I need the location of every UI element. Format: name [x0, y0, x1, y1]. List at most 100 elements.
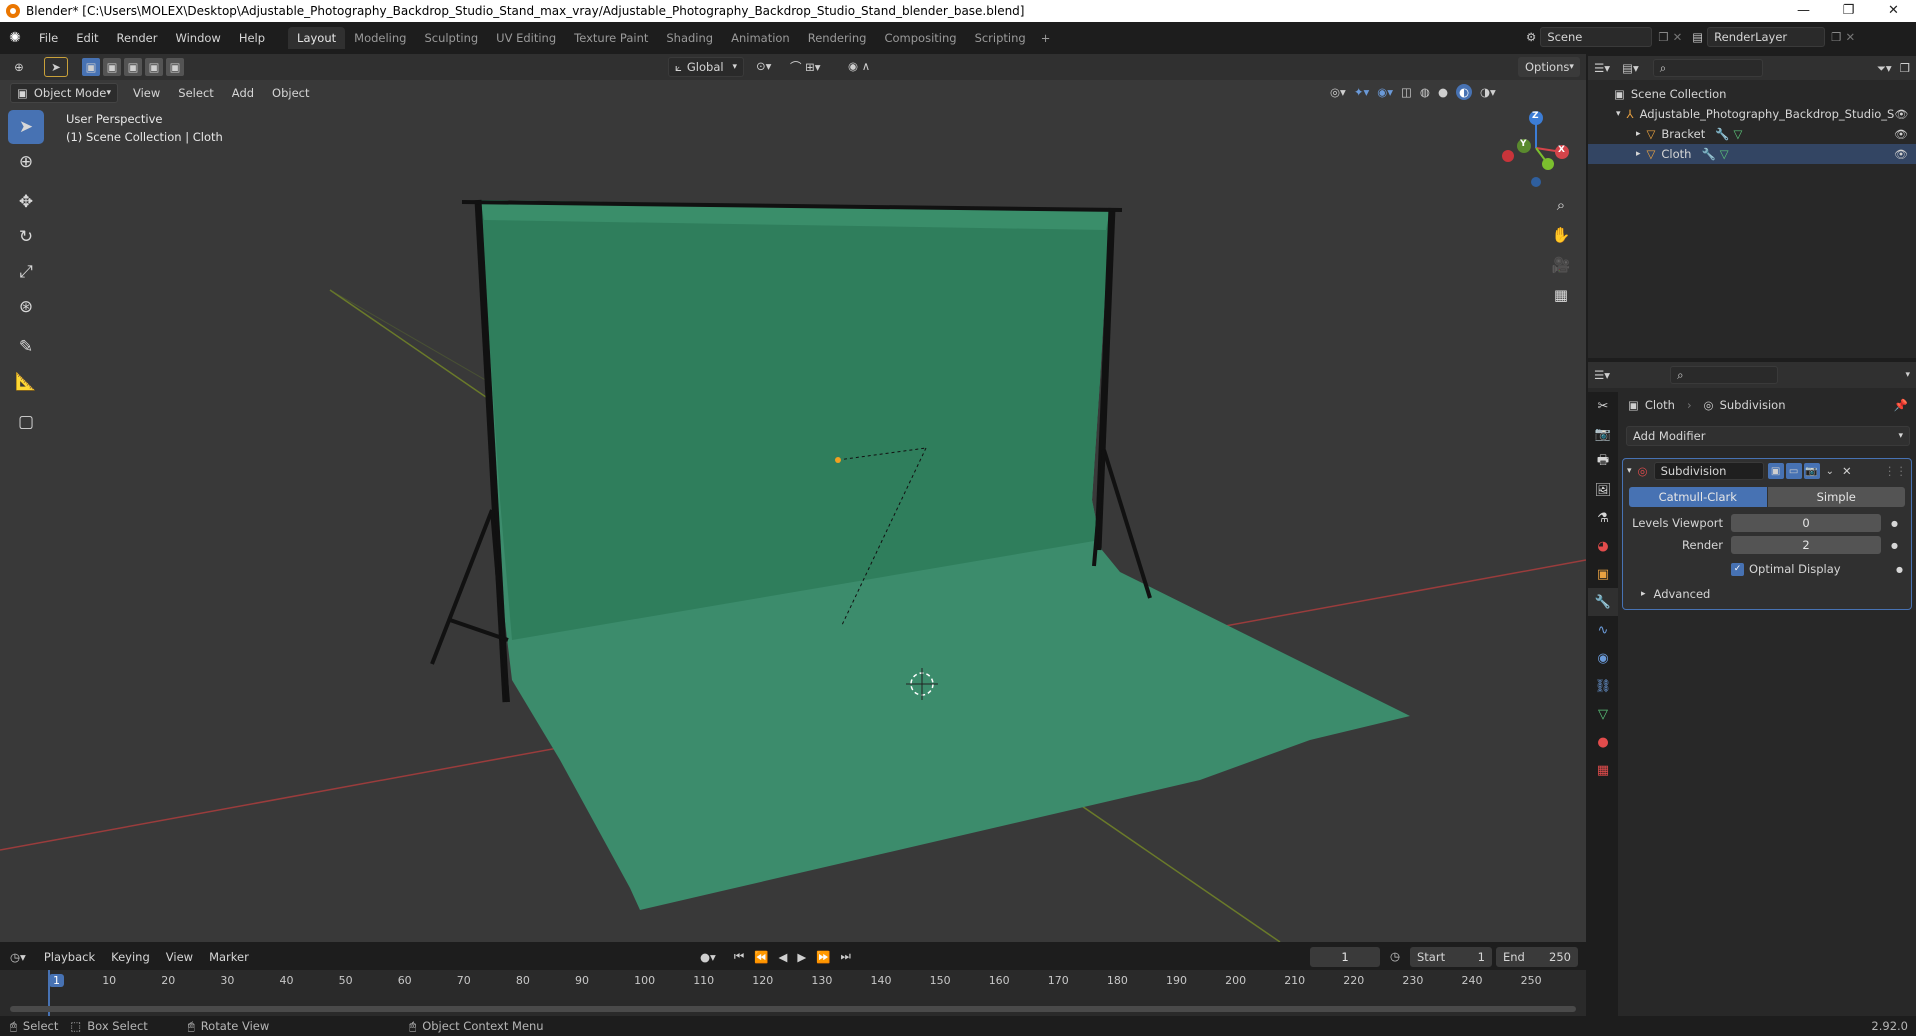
measure-tool[interactable]: 📐: [8, 365, 44, 399]
move-tool[interactable]: ✥: [8, 185, 44, 219]
timeline-menu-keying[interactable]: Keying: [103, 950, 158, 964]
frame-ruler[interactable]: 1 10 20 30 40 50 60 70 80 90 100 110 120 130 140 150 160…: [0, 970, 1586, 1016]
constraints-tab-icon[interactable]: ⛓: [1588, 672, 1618, 700]
minimize-button[interactable]: —: [1781, 0, 1826, 22]
outliner-item-root[interactable]: ▾ ⅄ Adjustable_Photography_Backdrop_Stud…: [1588, 104, 1916, 124]
3d-viewport[interactable]: ▣ Object Mode ▾ View Select Add Object ◎▾ ✦▾ …: [0, 80, 1586, 942]
pivot-point-icon[interactable]: ⊙▾: [756, 59, 771, 73]
outliner-editor-icon[interactable]: ☰▾: [1594, 61, 1610, 75]
menu-file[interactable]: File: [30, 31, 67, 45]
drag-handle-icon[interactable]: ⋮⋮: [1884, 464, 1907, 478]
scene-field[interactable]: Scene: [1540, 27, 1653, 47]
physics-tab-icon[interactable]: ◉: [1588, 644, 1618, 672]
properties-editor-icon[interactable]: ☰▾: [1594, 368, 1610, 382]
solid-shading-icon[interactable]: ●: [1438, 85, 1448, 99]
outliner-item-bracket[interactable]: ▸ ▽ Bracket 🔧 ▽ 👁: [1588, 124, 1916, 144]
render-levels-field[interactable]: 2: [1731, 536, 1881, 554]
close-window-button[interactable]: ✕: [1871, 0, 1916, 22]
new-scene-icon[interactable]: ❐: [1658, 30, 1668, 44]
restore-button[interactable]: ❐: [1826, 0, 1871, 22]
add-workspace-icon[interactable]: +: [1041, 31, 1051, 45]
blender-menu-icon[interactable]: ✺: [0, 30, 30, 46]
record-icon[interactable]: ●▾: [700, 950, 716, 964]
data-tab-icon[interactable]: ▽: [1588, 700, 1618, 728]
mode-intersect-icon[interactable]: ▣: [166, 58, 184, 76]
texture-tab-icon[interactable]: ▦: [1588, 756, 1618, 784]
view-layer-tab-icon[interactable]: 🖼: [1588, 476, 1618, 504]
workspace-tab-shading[interactable]: Shading: [657, 27, 722, 49]
annotate-tool[interactable]: ✎: [8, 330, 44, 364]
add-modifier-dropdown[interactable]: Add Modifier ▾: [1626, 426, 1910, 446]
collapse-arrow-icon[interactable]: ▾: [1627, 466, 1632, 476]
outliner-item-cloth[interactable]: ▸ ▽ Cloth 🔧 ▽ 👁: [1588, 144, 1916, 164]
rendered-shading-icon[interactable]: ◑▾: [1480, 85, 1496, 99]
particles-tab-icon[interactable]: ∿: [1588, 616, 1618, 644]
add-cube-tool[interactable]: ▢: [8, 405, 44, 439]
transform-tool[interactable]: ⊛: [8, 290, 44, 324]
viewport-menu-view[interactable]: View: [124, 86, 169, 100]
camera-view-icon[interactable]: 🎥: [1546, 250, 1576, 280]
render-tab-icon[interactable]: 📷: [1588, 420, 1618, 448]
render-toggle-icon[interactable]: 📷: [1803, 463, 1820, 479]
options-dropdown[interactable]: Options ▾: [1518, 57, 1580, 77]
xray-icon[interactable]: ◫: [1401, 85, 1412, 99]
levels-viewport-field[interactable]: 0: [1731, 514, 1881, 532]
end-frame-field[interactable]: End 250: [1496, 947, 1578, 967]
timeline-menu-marker[interactable]: Marker: [201, 950, 257, 964]
delete-layer-icon[interactable]: ✕: [1845, 30, 1855, 44]
snap-icon[interactable]: ⌒ ⊞▾: [790, 59, 821, 75]
filter-icon[interactable]: ⏷▾: [1877, 61, 1892, 76]
keyframe-dot-icon[interactable]: ●: [1896, 565, 1903, 574]
mode-subtract-icon[interactable]: ▣: [124, 58, 142, 76]
select-tool-icon[interactable]: ➤: [44, 57, 68, 77]
scale-tool[interactable]: ⤢: [8, 255, 44, 289]
timeline-editor-icon[interactable]: ◷▾: [10, 950, 26, 964]
transform-orientation-dropdown[interactable]: ⟀ Global ▾: [668, 57, 744, 77]
modifier-tab-icon[interactable]: 🔧: [1588, 588, 1618, 616]
select-box-tool[interactable]: ➤: [8, 110, 44, 144]
pan-hand-icon[interactable]: ✋: [1546, 220, 1576, 250]
scene-collection-row[interactable]: ▣ Scene Collection: [1588, 84, 1916, 104]
workspace-tab-rendering[interactable]: Rendering: [799, 27, 876, 49]
material-tab-icon[interactable]: ●: [1588, 728, 1618, 756]
simple-button[interactable]: Simple: [1767, 487, 1905, 507]
timeline-menu-view[interactable]: View: [158, 950, 201, 964]
workspace-tab-modeling[interactable]: Modeling: [345, 27, 415, 49]
scene-selector-icon[interactable]: ⚙: [1526, 30, 1536, 44]
editor-type-icon[interactable]: ⊕: [8, 60, 30, 74]
visibility-eye-icon[interactable]: 👁: [1894, 108, 1908, 121]
rotate-tool[interactable]: ↻: [8, 220, 44, 254]
play-icon[interactable]: ▶: [797, 950, 806, 964]
visibility-eye-icon[interactable]: 👁: [1894, 128, 1908, 141]
checkbox-checked-icon[interactable]: ✓: [1731, 562, 1744, 576]
start-frame-field[interactable]: Start 1: [1410, 947, 1492, 967]
chevron-down-icon[interactable]: ▾: [1905, 370, 1910, 380]
clock-icon[interactable]: ◷: [1390, 949, 1400, 963]
new-collection-icon[interactable]: ❐: [1900, 61, 1910, 75]
mode-new-icon[interactable]: ▣: [82, 58, 100, 76]
menu-window[interactable]: Window: [166, 31, 229, 45]
play-reverse-icon[interactable]: ◀: [779, 950, 788, 964]
menu-edit[interactable]: Edit: [67, 31, 107, 45]
mode-dropdown[interactable]: ▣ Object Mode ▾: [10, 83, 118, 103]
modifier-name-field[interactable]: Subdivision: [1653, 462, 1764, 480]
view-layer-icon[interactable]: ▤: [1692, 30, 1703, 44]
world-tab-icon[interactable]: ◕: [1588, 532, 1618, 560]
material-shading-icon[interactable]: ◐: [1456, 84, 1473, 100]
remove-modifier-icon[interactable]: ✕: [1842, 464, 1852, 478]
outliner-search-input[interactable]: ⌕: [1652, 59, 1763, 77]
timeline-scrollbar[interactable]: [10, 1006, 1576, 1012]
edit-mode-toggle-icon[interactable]: ▣: [1767, 463, 1784, 479]
object-tab-icon[interactable]: ▣: [1588, 560, 1618, 588]
advanced-subpanel[interactable]: ▸ Advanced: [1623, 585, 1911, 603]
keyframe-dot-icon[interactable]: ●: [1891, 541, 1898, 550]
ortho-grid-icon[interactable]: ▦: [1546, 280, 1576, 310]
workspace-tab-compositing[interactable]: Compositing: [875, 27, 965, 49]
workspace-tab-layout[interactable]: Layout: [288, 27, 346, 49]
zoom-icon[interactable]: ⌕: [1546, 190, 1576, 220]
current-frame-field[interactable]: 1: [1310, 947, 1380, 967]
new-layer-icon[interactable]: ❐: [1831, 30, 1841, 44]
viewport-menu-add[interactable]: Add: [223, 86, 263, 100]
timeline-menu-playback[interactable]: Playback: [36, 950, 103, 964]
menu-help[interactable]: Help: [230, 31, 274, 45]
